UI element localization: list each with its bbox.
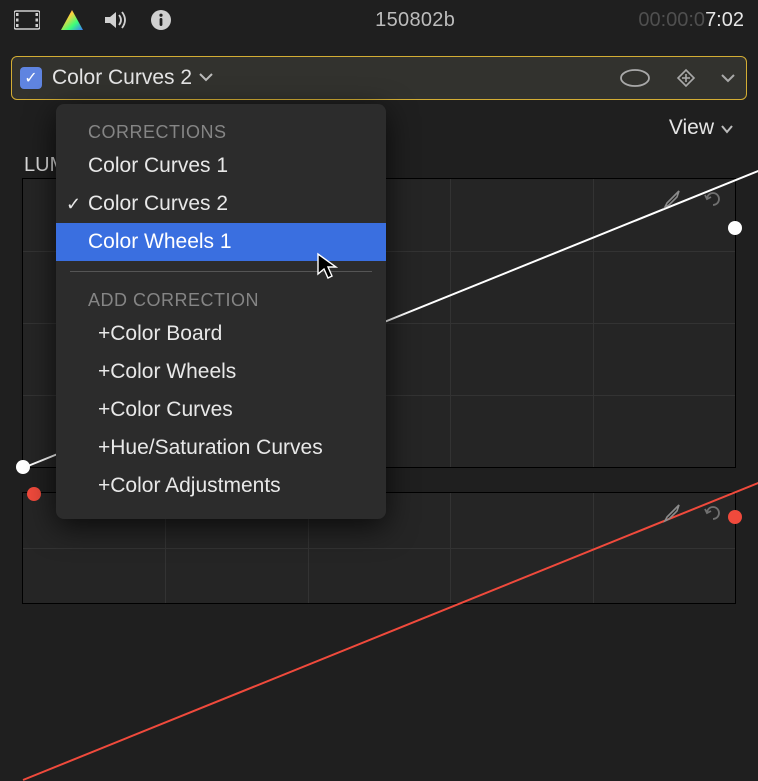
dropdown-item-label: Color Wheels 1 [88, 230, 232, 254]
eyedropper-icon[interactable] [661, 187, 683, 209]
dropdown-item-color-wheels-1[interactable]: Color Wheels 1 [56, 223, 386, 261]
mask-ellipse-icon[interactable] [618, 67, 652, 89]
curve-control-point[interactable] [728, 510, 742, 524]
timecode-gray: 00:00:0 [638, 9, 705, 31]
dropdown-add-color-board[interactable]: +Color Board [56, 315, 386, 353]
info-icon[interactable] [150, 9, 172, 31]
dropdown-item-label: +Color Curves [98, 398, 233, 422]
dropdown-item-color-curves-1[interactable]: Color Curves 1 [56, 147, 386, 185]
curve-control-point[interactable] [27, 487, 41, 501]
eyedropper-icon[interactable] [661, 501, 683, 523]
dropdown-add-color-wheels[interactable]: +Color Wheels [56, 353, 386, 391]
dropdown-item-label: +Color Wheels [98, 360, 236, 384]
chevron-down-icon [720, 116, 734, 140]
dropdown-item-label: +Hue/Saturation Curves [98, 436, 323, 460]
effect-bar: ✓ Color Curves 2 [11, 56, 747, 100]
curve-control-point[interactable] [728, 221, 742, 235]
undo-arrow-icon[interactable] [701, 187, 723, 209]
dropdown-item-label: +Color Adjustments [98, 474, 281, 498]
dropdown-section-corrections: CORRECTIONS [56, 114, 386, 147]
top-toolbar: 150802b 00:00:07:02 [0, 0, 758, 40]
color-swatch-icon[interactable] [60, 9, 84, 31]
dropdown-add-color-adjustments[interactable]: +Color Adjustments [56, 467, 386, 505]
curve-control-point[interactable] [16, 460, 30, 474]
dropdown-item-label: Color Curves 1 [88, 154, 228, 178]
undo-arrow-icon[interactable] [701, 501, 723, 523]
volume-icon[interactable] [104, 9, 130, 31]
effect-title[interactable]: Color Curves 2 [52, 66, 192, 90]
effect-enabled-checkbox[interactable]: ✓ [20, 67, 42, 89]
timecode: 00:00:07:02 [638, 9, 744, 32]
divider [70, 271, 372, 272]
dropdown-section-add-correction: ADD CORRECTION [56, 282, 386, 315]
chevron-down-icon[interactable] [720, 72, 736, 84]
dropdown-add-color-curves[interactable]: +Color Curves [56, 391, 386, 429]
view-button[interactable]: View [669, 116, 734, 140]
dropdown-item-color-curves-2[interactable]: ✓ Color Curves 2 [56, 185, 386, 223]
video-icon[interactable] [14, 9, 40, 31]
check-icon: ✓ [66, 194, 81, 215]
corrections-dropdown: CORRECTIONS Color Curves 1 ✓ Color Curve… [56, 104, 386, 519]
dropdown-item-label: Color Curves 2 [88, 192, 228, 216]
view-button-label: View [669, 116, 714, 140]
keyframe-icon[interactable] [676, 68, 696, 88]
chevron-down-icon[interactable] [198, 67, 214, 89]
clip-name: 150802b [192, 9, 638, 32]
dropdown-item-label: +Color Board [98, 322, 222, 346]
dropdown-add-hue-saturation[interactable]: +Hue/Saturation Curves [56, 429, 386, 467]
timecode-white: 7:02 [705, 9, 744, 31]
